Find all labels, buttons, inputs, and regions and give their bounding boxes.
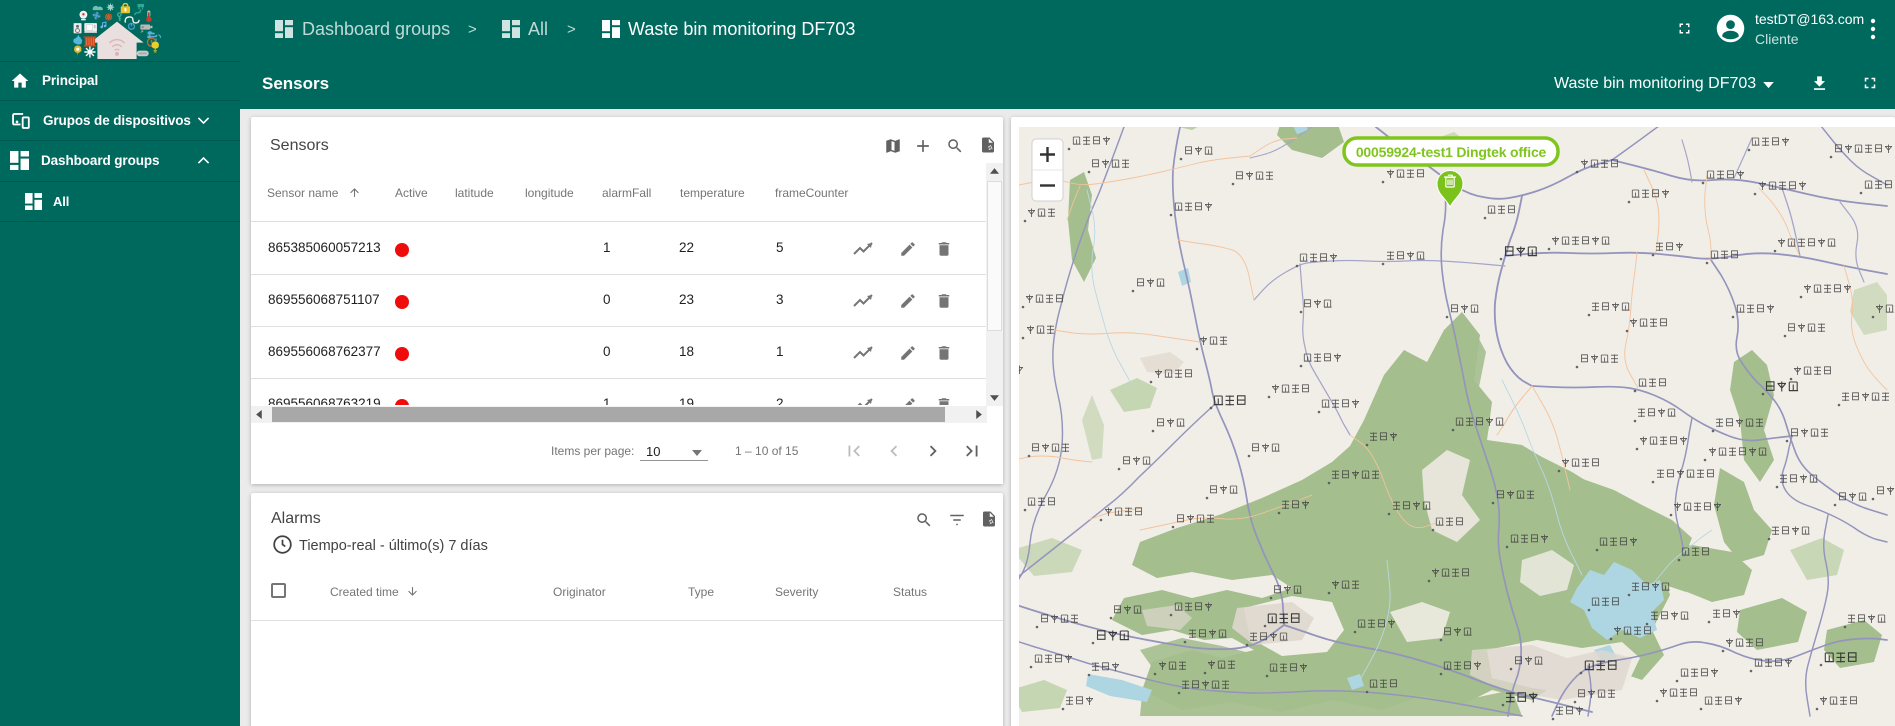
svg-text:00059924-test1 Dingtek office: 00059924-test1 Dingtek office <box>1356 144 1547 160</box>
